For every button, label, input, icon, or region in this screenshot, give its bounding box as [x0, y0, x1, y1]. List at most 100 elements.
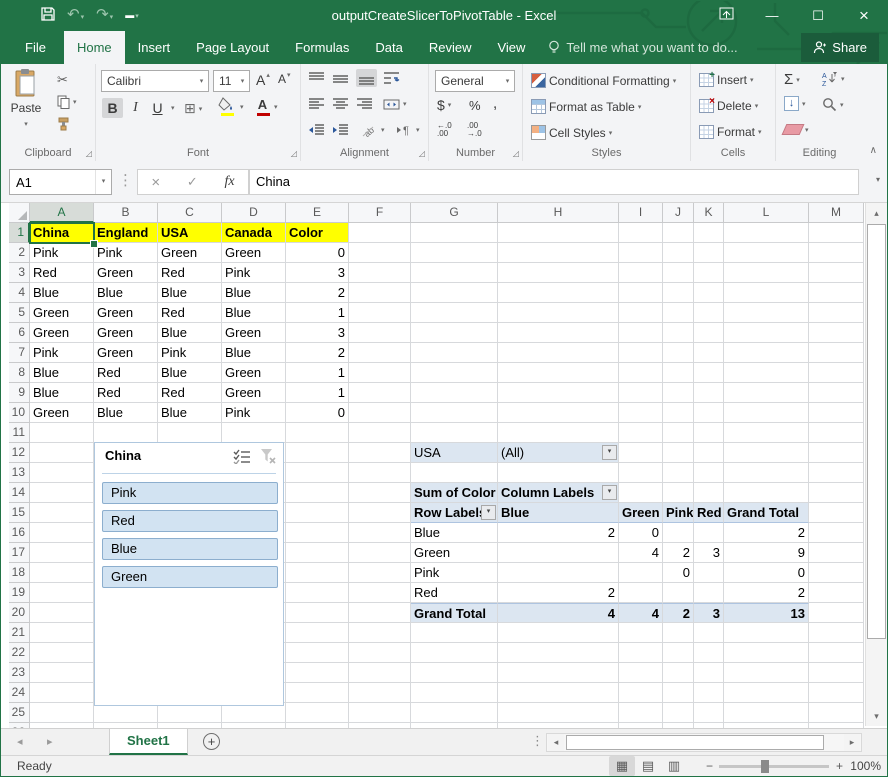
zoom-out-icon[interactable]: −	[706, 759, 713, 773]
cell-M10[interactable]	[809, 403, 864, 423]
enter-icon[interactable]: ✓	[187, 174, 198, 190]
cell-J5[interactable]	[663, 303, 694, 323]
cell-E6[interactable]: 3	[286, 323, 349, 343]
cell-K20[interactable]: 3	[694, 603, 724, 623]
align-middle-icon[interactable]	[332, 71, 349, 85]
cell-B3[interactable]: Green	[94, 263, 158, 283]
cell-D6[interactable]: Green	[222, 323, 286, 343]
cell-G5[interactable]	[411, 303, 498, 323]
wrap-text-icon[interactable]	[383, 71, 400, 85]
cell-C4[interactable]: Blue	[158, 283, 222, 303]
cell-M15[interactable]	[809, 503, 864, 523]
sheet-tab-sheet1[interactable]: Sheet1	[109, 729, 188, 755]
row-header-11[interactable]: 11	[9, 423, 30, 443]
cell-H23[interactable]	[498, 663, 619, 683]
cell-B11[interactable]	[94, 423, 158, 443]
row-header-3[interactable]: 3	[9, 263, 30, 283]
accounting-format-button[interactable]: $▾	[437, 97, 451, 113]
cell-E10[interactable]: 0	[286, 403, 349, 423]
cell-F23[interactable]	[349, 663, 411, 683]
cell-F1[interactable]	[349, 223, 411, 243]
row-header-23[interactable]: 23	[9, 663, 30, 683]
clipboard-dialog-launcher-icon[interactable]: ◿	[86, 149, 92, 158]
cell-G13[interactable]	[411, 463, 498, 483]
cell-K10[interactable]	[694, 403, 724, 423]
slicer-china[interactable]: ChinaPinkRedBlueGreen	[94, 442, 284, 706]
cell-A12[interactable]	[30, 443, 94, 463]
cell-M7[interactable]	[809, 343, 864, 363]
cell-styles-button[interactable]: Cell Styles▾	[531, 125, 612, 140]
cell-I19[interactable]	[619, 583, 663, 603]
column-header-G[interactable]: G	[411, 203, 498, 223]
cell-H1[interactable]	[498, 223, 619, 243]
cell-I23[interactable]	[619, 663, 663, 683]
cell-J24[interactable]	[663, 683, 694, 703]
cell-M18[interactable]	[809, 563, 864, 583]
cell-M20[interactable]	[809, 603, 864, 623]
tab-review[interactable]: Review	[416, 31, 485, 64]
cell-D8[interactable]: Green	[222, 363, 286, 383]
cell-G9[interactable]	[411, 383, 498, 403]
borders-button[interactable]: ⊞▾	[184, 100, 202, 117]
cell-H21[interactable]	[498, 623, 619, 643]
cell-L10[interactable]	[724, 403, 809, 423]
column-header-H[interactable]: H	[498, 203, 619, 223]
cell-B5[interactable]: Green	[94, 303, 158, 323]
cell-F22[interactable]	[349, 643, 411, 663]
tab-view[interactable]: View	[484, 31, 538, 64]
cell-M12[interactable]	[809, 443, 864, 463]
align-bottom-icon[interactable]	[356, 69, 377, 87]
cell-J4[interactable]	[663, 283, 694, 303]
zoom-slider[interactable]	[719, 765, 829, 768]
cell-F5[interactable]	[349, 303, 411, 323]
name-box[interactable]: A1 ▾	[9, 169, 112, 195]
column-header-I[interactable]: I	[619, 203, 663, 223]
scroll-right-icon[interactable]: ▸	[844, 734, 860, 751]
cell-L12[interactable]	[724, 443, 809, 463]
cell-J16[interactable]	[663, 523, 694, 543]
cut-icon[interactable]: ✂	[57, 72, 68, 88]
cell-K4[interactable]	[694, 283, 724, 303]
cell-K18[interactable]	[694, 563, 724, 583]
insert-function-icon[interactable]: fx	[225, 174, 235, 190]
cell-E18[interactable]	[286, 563, 349, 583]
cell-L23[interactable]	[724, 663, 809, 683]
cell-A15[interactable]	[30, 503, 94, 523]
cell-L6[interactable]	[724, 323, 809, 343]
increase-decimal-button[interactable]: ←.0.00	[437, 122, 452, 138]
cell-E16[interactable]	[286, 523, 349, 543]
insert-cells-button[interactable]: +Insert▾	[699, 73, 754, 87]
cell-A5[interactable]: Green	[30, 303, 94, 323]
cell-H7[interactable]	[498, 343, 619, 363]
cell-F8[interactable]	[349, 363, 411, 383]
column-header-A[interactable]: A	[30, 203, 94, 223]
cell-E15[interactable]	[286, 503, 349, 523]
find-select-button[interactable]: ▾	[822, 97, 844, 112]
cell-K17[interactable]: 3	[694, 543, 724, 563]
row-header-13[interactable]: 13	[9, 463, 30, 483]
cell-I11[interactable]	[619, 423, 663, 443]
cell-A4[interactable]: Blue	[30, 283, 94, 303]
cell-A22[interactable]	[30, 643, 94, 663]
grow-font-button[interactable]: A▴	[256, 72, 272, 88]
cell-B2[interactable]: Pink	[94, 243, 158, 263]
cell-E24[interactable]	[286, 683, 349, 703]
cell-B9[interactable]: Red	[94, 383, 158, 403]
column-header-M[interactable]: M	[809, 203, 864, 223]
clear-button[interactable]: ▾	[784, 124, 809, 135]
cell-L19[interactable]: 2	[724, 583, 809, 603]
cell-J14[interactable]	[663, 483, 694, 503]
cell-A3[interactable]: Red	[30, 263, 94, 283]
name-box-caret-icon[interactable]: ▾	[95, 170, 111, 194]
cell-H13[interactable]	[498, 463, 619, 483]
cell-L13[interactable]	[724, 463, 809, 483]
horizontal-scrollbar[interactable]: ◂ ▸	[546, 733, 862, 752]
cell-I21[interactable]	[619, 623, 663, 643]
cell-J20[interactable]: 2	[663, 603, 694, 623]
minimize-button[interactable]: —	[749, 1, 795, 31]
cell-G7[interactable]	[411, 343, 498, 363]
column-header-E[interactable]: E	[286, 203, 349, 223]
tell-me-box[interactable]: Tell me what you want to do...	[548, 31, 737, 64]
cell-C6[interactable]: Blue	[158, 323, 222, 343]
font-color-button[interactable]: A▾	[254, 97, 278, 117]
